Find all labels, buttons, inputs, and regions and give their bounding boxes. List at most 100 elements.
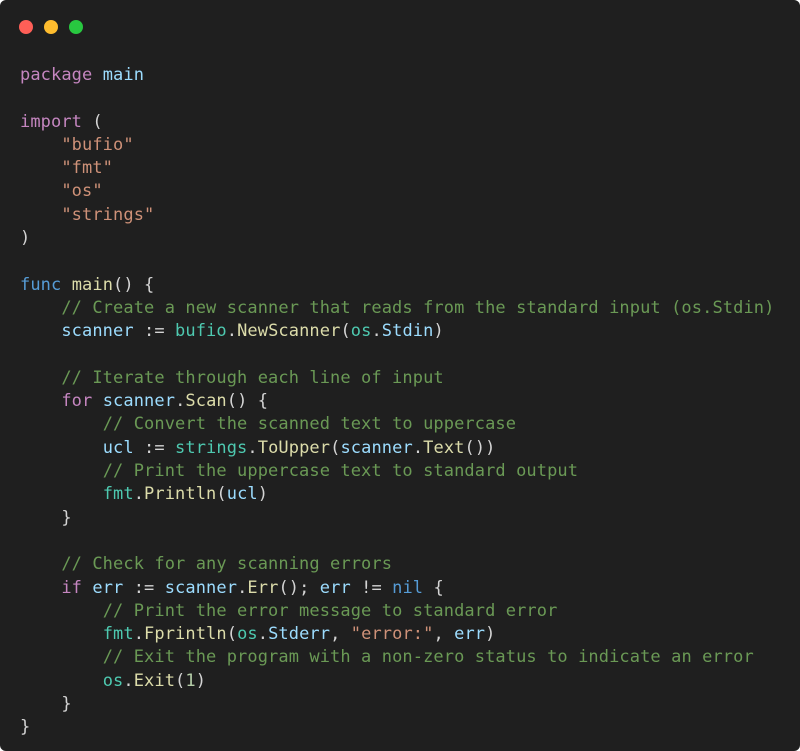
code-token: . xyxy=(412,437,424,458)
code-token: "strings" xyxy=(61,204,155,225)
code-token: ) xyxy=(257,484,269,505)
code-line: ) xyxy=(20,227,795,250)
code-token: err xyxy=(92,577,124,598)
code-line: package main xyxy=(20,64,795,87)
code-token: "fmt" xyxy=(61,158,114,179)
code-token: := xyxy=(123,577,165,598)
code-line: // Exit the program with a non-zero stat… xyxy=(20,646,795,669)
code-token: Stderr xyxy=(268,624,331,645)
code-token: os xyxy=(102,670,124,691)
code-token: "os" xyxy=(61,181,103,202)
minimize-window-icon[interactable] xyxy=(44,20,58,34)
code-token: , xyxy=(433,624,455,645)
code-token: ( xyxy=(340,321,351,342)
code-line: if err := scanner.Err(); err != nil { xyxy=(20,577,795,600)
code-line: for scanner.Scan() { xyxy=(20,390,795,413)
code-line: os.Exit(1) xyxy=(20,670,795,693)
code-line: "os" xyxy=(20,180,795,203)
code-token: . xyxy=(123,670,134,691)
code-token: (); xyxy=(278,577,320,598)
code-token: Println xyxy=(144,484,217,505)
code-token: ucl xyxy=(102,437,134,458)
code-token: // Print the error message to standard e… xyxy=(102,600,558,621)
code-token: "error:" xyxy=(350,624,434,645)
code-token: := xyxy=(133,437,176,458)
code-token: ( xyxy=(216,484,227,505)
code-token: // Convert the scanned text to uppercase xyxy=(102,414,517,435)
code-token: // Exit the program with a non-zero stat… xyxy=(102,647,754,668)
code-token: . xyxy=(257,624,269,645)
code-token: "bufio" xyxy=(61,134,134,155)
code-line: ucl := strings.ToUpper(scanner.Text()) xyxy=(20,437,795,460)
code-line: // Print the error message to standard e… xyxy=(20,600,795,623)
code-token: scanner xyxy=(340,437,413,458)
code-line: import ( xyxy=(20,111,795,134)
code-line: // Create a new scanner that reads from … xyxy=(20,297,795,320)
code-line: // Convert the scanned text to uppercase xyxy=(20,413,795,436)
code-token: Exit xyxy=(133,670,176,691)
code-token: ( xyxy=(330,437,341,458)
code-token: // Check for any scanning errors xyxy=(61,554,393,575)
code-token: Stdin xyxy=(381,321,434,342)
code-token: () { xyxy=(113,274,155,295)
code-token: Fprintln xyxy=(144,624,227,645)
code-line: // Iterate through each line of input xyxy=(20,367,795,390)
code-line: } xyxy=(20,507,795,530)
code-line: // Check for any scanning errors xyxy=(20,553,795,576)
code-token: ( xyxy=(175,670,186,691)
code-token: // Iterate through each line of input xyxy=(61,367,444,388)
code-token: { xyxy=(423,577,444,598)
code-token: ) xyxy=(433,321,444,342)
code-token: } xyxy=(20,507,72,528)
code-token: import xyxy=(20,111,83,132)
code-line: fmt.Println(ucl) xyxy=(20,483,795,506)
code-token: . xyxy=(237,577,248,598)
code-token: main xyxy=(102,65,145,85)
code-token: := xyxy=(133,321,176,342)
code-token: for xyxy=(61,391,93,412)
code-line: "bufio" xyxy=(20,134,795,157)
code-token: func xyxy=(20,274,62,295)
code-token: err xyxy=(454,624,486,645)
code-line: // Print the uppercase text to standard … xyxy=(20,460,795,483)
code-line: } xyxy=(20,693,795,716)
code-line: "strings" xyxy=(20,204,795,227)
code-token: main xyxy=(71,274,114,295)
code-token: . xyxy=(226,321,238,342)
code-token: bufio xyxy=(175,321,227,342)
code-token: fmt xyxy=(102,484,134,505)
code-token: ( xyxy=(82,111,103,132)
code-token: strings xyxy=(175,437,248,458)
code-line: func main() { xyxy=(20,274,795,297)
code-token: ()) xyxy=(464,437,496,458)
code-token: if xyxy=(61,577,83,598)
close-window-icon[interactable] xyxy=(19,20,33,34)
maximize-window-icon[interactable] xyxy=(69,20,83,34)
code-window: package main import ( "bufio" "fmt" "os"… xyxy=(0,0,800,751)
code-token: , xyxy=(330,624,351,645)
code-token: } xyxy=(20,717,31,738)
code-token: nil xyxy=(392,577,424,598)
code-token: Scan xyxy=(185,391,227,412)
code-token: . xyxy=(133,624,145,645)
code-token: Text xyxy=(423,437,465,458)
code-token: . xyxy=(175,391,186,412)
code-line: scanner := bufio.NewScanner(os.Stdin) xyxy=(20,320,795,343)
code-token: . xyxy=(247,437,258,458)
code-token: scanner xyxy=(102,391,176,412)
